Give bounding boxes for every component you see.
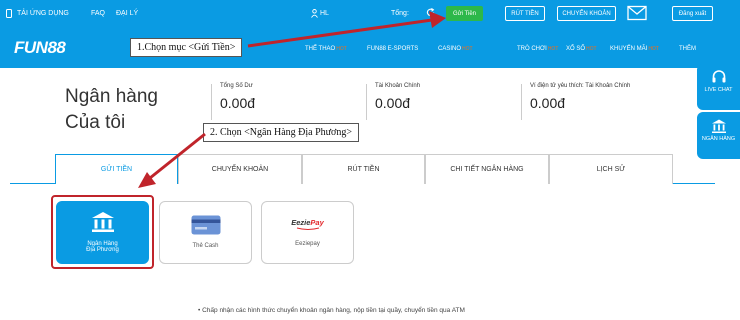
divider	[366, 84, 367, 120]
deposit-button[interactable]: Gửi Tiền	[446, 6, 483, 21]
nav-item-more[interactable]: THÊM	[679, 46, 696, 52]
agent-link[interactable]: ĐẠI LÝ	[116, 10, 138, 17]
eeziepay-logo: EeziePay	[291, 218, 324, 227]
method-label: Eeziepay	[295, 241, 320, 247]
fun88-logo[interactable]: FUN88	[14, 38, 66, 58]
favorite-wallet-label: Ví điện tử yêu thích: Tài Khoản Chính	[530, 83, 631, 89]
page-title: Ngân hàng Của tôi	[65, 86, 158, 133]
tab-history[interactable]: LỊCH SỬ	[549, 154, 673, 184]
divider	[211, 84, 212, 120]
tab-bank-details[interactable]: CHI TIẾT NGÂN HÀNG	[425, 154, 549, 184]
withdraw-button[interactable]: RÚT TIỀN	[505, 6, 545, 21]
method-cash-card[interactable]: Thẻ Cash	[159, 201, 252, 264]
transfer-button[interactable]: CHUYỂN KHOẢN	[557, 6, 616, 21]
nav-item-promotions[interactable]: KHUYẾN MÃIHOT	[610, 46, 659, 52]
logout-button[interactable]: Đăng xuất	[672, 6, 713, 21]
nav-item-games[interactable]: TRÒ CHƠIHOT	[517, 46, 558, 52]
total-balance-label: Tổng Số Dư	[220, 83, 253, 89]
bank-label: NGÂN HÀNG	[701, 136, 736, 142]
app-download-link[interactable]: TẢI ỨNG DỤNG	[17, 10, 69, 17]
method-label: Thẻ Cash	[192, 243, 219, 249]
main-account-value: 0.00đ	[375, 95, 411, 111]
divider	[521, 84, 522, 120]
total-label: Tổng:	[391, 10, 409, 17]
card-icon	[191, 215, 220, 235]
swoosh-icon	[296, 227, 319, 230]
favorite-wallet-value: 0.00đ	[530, 95, 566, 111]
method-eeziepay[interactable]: EeziePay Eeziepay	[261, 201, 354, 264]
total-balance-value: 0.00đ	[220, 95, 256, 111]
nav-item-casino[interactable]: CASINOHOT	[438, 46, 473, 52]
main-account-label: Tài Khoản Chính	[375, 83, 421, 89]
nav-item-sports[interactable]: THỂ THAOHOT	[305, 46, 347, 52]
tab-transfer[interactable]: CHUYỂN KHOẢN	[178, 154, 302, 184]
live-chat-label: LIVE CHAT	[704, 87, 733, 93]
nav-item-esports[interactable]: FUN88 E-SPORTS	[367, 46, 418, 52]
live-chat-tab[interactable]: LIVE CHAT	[697, 64, 740, 110]
phone-icon	[6, 9, 12, 18]
tab-withdraw[interactable]: RÚT TIỀN	[302, 154, 425, 184]
headset-icon	[712, 70, 725, 83]
user-icon	[311, 9, 318, 18]
bank-tab[interactable]: NGÂN HÀNG	[697, 112, 740, 159]
refresh-icon[interactable]	[426, 8, 435, 17]
annotation-highlight-box	[51, 195, 154, 269]
username[interactable]: HL	[320, 10, 329, 17]
bank-icon	[711, 119, 726, 133]
faq-link[interactable]: FAQ	[91, 10, 105, 17]
info-note: • Chấp nhận các hình thức chuyển khoản n…	[198, 307, 465, 314]
tab-deposit[interactable]: GỬI TIỀN	[55, 154, 178, 184]
annotation-step1: 1.Chọn mục <Gửi Tiền>	[130, 38, 243, 57]
nav-item-lottery[interactable]: XỔ SỐHOT	[566, 46, 597, 52]
annotation-step2: 2. Chọn <Ngân Hàng Địa Phương>	[203, 123, 359, 142]
mail-icon[interactable]	[627, 5, 647, 21]
